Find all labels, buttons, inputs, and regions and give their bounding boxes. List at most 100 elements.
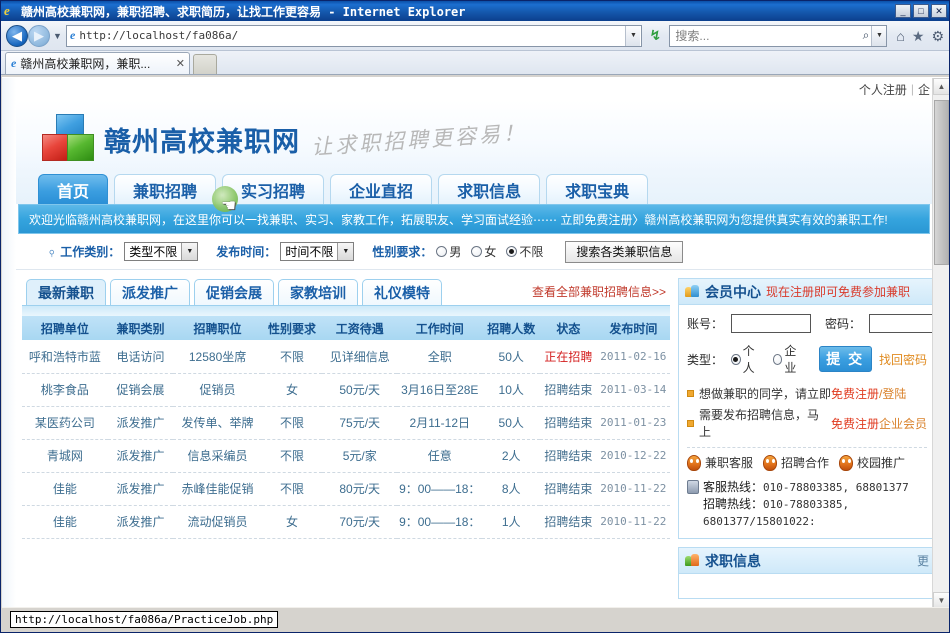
cat-tab-distribution[interactable]: 派发推广	[110, 279, 190, 305]
cat-tab-promotion[interactable]: 促销会展	[194, 279, 274, 305]
logo-cubes-icon[interactable]	[42, 114, 96, 162]
nav-tab-job-seeking[interactable]: 求职信息	[438, 174, 541, 204]
nav-tab-company-direct[interactable]: 企业直招	[330, 174, 433, 204]
minimize-button[interactable]: _	[895, 4, 911, 18]
free-register-company-link[interactable]: 免费注册	[831, 415, 879, 432]
view-all-jobs-link[interactable]: 查看全部兼职招聘信息>>	[532, 283, 666, 300]
cell-gender: 女	[261, 505, 323, 539]
cat-tab-tutoring[interactable]: 家教培训	[278, 279, 358, 305]
table-row[interactable]: 佳能 派发推广 流动促销员 女 70元/天 9：00——18： 1人 招聘结束 …	[22, 505, 670, 539]
logo-cube-green	[67, 134, 94, 161]
company-member-link[interactable]: 企业会员	[879, 415, 927, 432]
radio-icon-selected[interactable]	[731, 353, 741, 365]
search-jobs-button[interactable]: 搜索各类兼职信息	[565, 240, 684, 263]
account-label: 账号：	[687, 317, 724, 331]
cell-unit[interactable]: 佳能	[22, 472, 108, 506]
scroll-down-button[interactable]: ▼	[933, 592, 949, 608]
maximize-button[interactable]: □	[913, 4, 929, 18]
col-header-category: 兼职类别	[107, 316, 174, 340]
qq-penguin-icon[interactable]	[839, 454, 854, 471]
cell-position[interactable]: 信息采编员	[173, 439, 262, 473]
tab-close-icon[interactable]: ✕	[176, 57, 185, 70]
cell-position[interactable]: 发传单、举牌	[173, 406, 262, 440]
personal-register-link[interactable]: 个人注册	[859, 81, 907, 98]
favorites-icon[interactable]: ★	[912, 29, 925, 43]
vertical-scrollbar[interactable]: ▲ ▼	[932, 78, 949, 608]
scroll-up-button[interactable]: ▲	[933, 78, 949, 95]
gear-icon[interactable]: ⚙	[931, 29, 944, 43]
browser-tab[interactable]: e 赣州高校兼职网，兼职... ✕	[5, 52, 190, 74]
nav-tab-parttime-jobs[interactable]: 兼职招聘	[114, 174, 217, 204]
cat-tab-etiquette-model[interactable]: 礼仪模特	[362, 279, 442, 305]
history-dropdown-icon[interactable]: ▼	[51, 31, 64, 41]
nav-tab-job-guide[interactable]: 求职宝典	[546, 174, 649, 204]
type-radio-company[interactable]: 企业	[772, 342, 805, 376]
table-row[interactable]: 呼和浩特市蓝 电话访问 12580坐席 不限 见详细信息 全职 50人 正在招聘…	[22, 340, 670, 374]
gender-radio-male[interactable]: 男	[436, 243, 461, 260]
category-filter-select[interactable]: 类型不限 ▼	[124, 242, 199, 261]
qq-penguin-icon[interactable]	[763, 454, 778, 471]
qq-campus-label[interactable]: 校园推广	[857, 454, 905, 471]
chevron-down-icon[interactable]: ▼	[181, 243, 198, 260]
job-seeking-more-link[interactable]: 更	[917, 552, 929, 569]
scrollbar-thumb[interactable]	[934, 100, 949, 265]
cell-count: 50人	[482, 406, 541, 440]
site-title[interactable]: 赣州高校兼职网	[104, 120, 300, 159]
close-button[interactable]: ✕	[931, 4, 947, 18]
cell-position[interactable]: 流动促销员	[173, 505, 262, 539]
login-link[interactable]: 登陆	[882, 385, 906, 402]
col-header-position: 招聘职位	[173, 316, 262, 340]
cell-gender: 不限	[261, 472, 323, 506]
free-register-link[interactable]: 免费注册	[831, 385, 879, 402]
new-tab-button[interactable]	[193, 54, 217, 74]
radio-icon-selected[interactable]	[506, 246, 518, 257]
cell-date: 2011-02-16	[596, 340, 670, 374]
qq-cooperation-label[interactable]: 招聘合作	[781, 454, 829, 471]
nav-tab-internship[interactable]: 实习招聘	[222, 174, 325, 204]
cell-unit[interactable]: 某医药公司	[22, 406, 108, 440]
search-dropdown-icon[interactable]: ▼	[871, 25, 887, 46]
cell-unit[interactable]: 呼和浩特市蓝	[22, 340, 108, 374]
gender-radio-female[interactable]: 女	[471, 243, 496, 260]
account-input[interactable]	[731, 314, 811, 333]
qq-service-label[interactable]: 兼职客服	[705, 454, 753, 471]
address-dropdown-icon[interactable]: ▼	[625, 25, 641, 46]
job-table: 招聘单位 兼职类别 招聘职位 性别要求 工资待遇 工作时间 招聘人数 状态 发布…	[22, 316, 670, 539]
time-filter-select[interactable]: 时间不限 ▼	[280, 242, 355, 261]
qq-penguin-icon[interactable]	[687, 454, 701, 471]
chevron-down-icon[interactable]: ▼	[337, 243, 354, 260]
radio-icon[interactable]	[471, 246, 483, 257]
radio-icon[interactable]	[436, 246, 448, 257]
find-password-link[interactable]: 找回密码	[879, 351, 927, 368]
col-header-status: 状态	[540, 316, 597, 340]
cat-tab-latest[interactable]: 最新兼职	[26, 279, 106, 305]
cell-position[interactable]: 促销员	[173, 373, 262, 407]
type-radio-personal[interactable]: 个人	[731, 342, 763, 376]
cell-position[interactable]: 12580坐席	[173, 340, 262, 374]
forward-button[interactable]: ▶	[28, 24, 50, 47]
search-icon[interactable]: ⌕	[861, 28, 872, 43]
job-seeking-title: 求职信息	[705, 552, 761, 569]
table-row[interactable]: 佳能 派发推广 赤峰佳能促销 不限 80元/天 9：00——18： 8人 招聘结…	[22, 472, 670, 506]
browser-search-box[interactable]: 搜索... ⌕ ▼	[669, 24, 888, 47]
refresh-icon[interactable]: ↯	[645, 25, 665, 47]
cell-salary: 见详细信息	[322, 340, 398, 374]
company-register-link[interactable]: 企	[918, 81, 930, 98]
nav-tab-home[interactable]: 首页	[38, 174, 109, 204]
recruit-hotline-label: 招聘热线：	[703, 497, 764, 511]
table-row[interactable]: 桃李食品 促销会展 促销员 女 50元/天 3月16日至28E 10人 招聘结束…	[22, 373, 670, 407]
home-icon[interactable]: ⌂	[896, 29, 904, 43]
table-row[interactable]: 青城网 派发推广 信息采编员 不限 5元/家 任意 2人 招聘结束 2010-1…	[22, 439, 670, 473]
back-button[interactable]: ◀	[6, 24, 28, 47]
gender-radio-any[interactable]: 不限	[506, 243, 543, 260]
cell-unit[interactable]: 佳能	[22, 505, 108, 539]
cell-unit[interactable]: 青城网	[22, 439, 108, 473]
cell-salary: 75元/天	[322, 406, 398, 440]
cell-unit[interactable]: 桃李食品	[22, 373, 108, 407]
cell-position[interactable]: 赤峰佳能促销	[173, 472, 262, 506]
table-row[interactable]: 某医药公司 派发推广 发传单、举牌 不限 75元/天 2月11-12日 50人 …	[22, 406, 670, 440]
radio-icon[interactable]	[772, 353, 783, 365]
submit-button[interactable]: 提 交	[818, 346, 872, 372]
cell-category: 派发推广	[107, 439, 174, 473]
address-bar[interactable]: e http://localhost/fa086a/ ▼	[66, 24, 643, 47]
